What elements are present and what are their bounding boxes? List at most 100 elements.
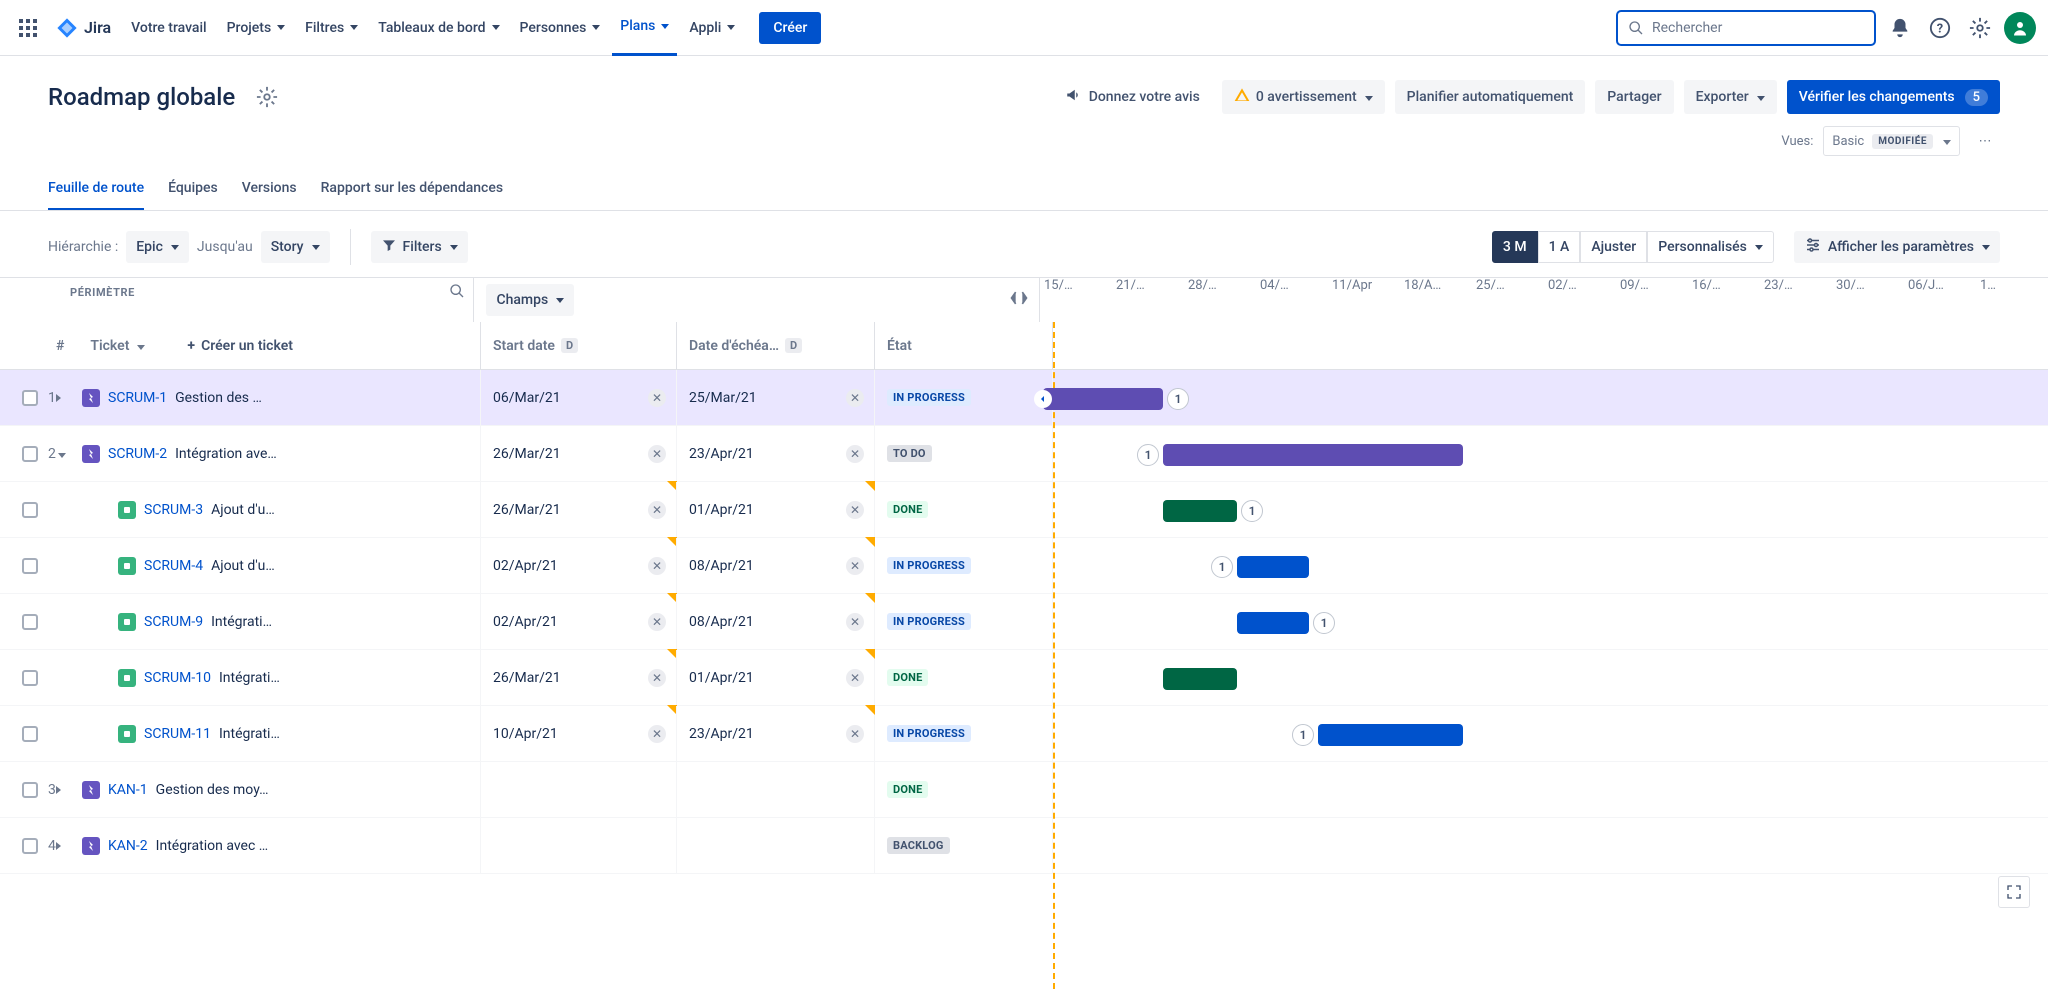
zoom-3m[interactable]: 3 M [1492,231,1538,263]
issue-summary[interactable]: Gestion des … [175,390,262,406]
clear-date-icon[interactable]: ✕ [648,725,666,743]
notifications-icon[interactable] [1884,12,1916,44]
nav-projects[interactable]: Projets [219,12,294,44]
zoom-custom[interactable]: Personnalisés [1647,231,1774,263]
issue-key[interactable]: SCRUM-2 [108,446,167,462]
timeline-bar[interactable] [1043,388,1163,410]
clear-date-icon[interactable]: ✕ [846,557,864,575]
status-lozenge[interactable]: BACKLOG [887,837,950,854]
status-lozenge[interactable]: DONE [887,669,928,686]
fields-button[interactable]: Champs [486,284,574,316]
issue-summary[interactable]: Intégrati… [219,726,280,742]
issue-key[interactable]: SCRUM-1 [108,390,167,406]
expand-toggle-icon[interactable] [56,390,74,406]
collapse-columns-icon[interactable] [1009,288,1029,312]
dependency-count-badge[interactable]: 1 [1313,612,1335,634]
zoom-fit[interactable]: Ajuster [1580,231,1647,263]
zoom-1y[interactable]: 1 A [1538,231,1581,263]
clear-date-icon[interactable]: ✕ [846,389,864,407]
issue-key[interactable]: KAN-2 [108,838,148,854]
settings-icon[interactable] [1964,12,1996,44]
app-switcher-icon[interactable] [12,12,44,44]
issue-summary[interactable]: Intégrati… [219,670,280,686]
clear-date-icon[interactable]: ✕ [648,501,666,519]
timeline-bar[interactable] [1163,668,1237,690]
export-button[interactable]: Exporter [1684,80,1777,114]
show-settings-button[interactable]: Afficher les paramètres [1794,231,2000,263]
issue-key[interactable]: SCRUM-9 [144,614,203,630]
row-checkbox[interactable] [22,390,38,406]
issue-summary[interactable]: Intégrati… [211,614,272,630]
status-lozenge[interactable]: TO DO [887,445,932,462]
search-input[interactable]: Rechercher [1616,10,1876,46]
nav-apps[interactable]: Appli [681,12,743,44]
auto-schedule-button[interactable]: Planifier automatiquement [1395,80,1586,114]
warnings-button[interactable]: 0 avertissement [1222,80,1385,114]
tab-dependencies[interactable]: Rapport sur les dépendances [321,168,503,210]
issue-summary[interactable]: Intégration avec … [156,838,268,854]
row-checkbox[interactable] [22,838,38,854]
hierarchy-from-select[interactable]: Epic [126,231,189,263]
timeline-bar[interactable] [1237,612,1309,634]
help-icon[interactable]: ? [1924,12,1956,44]
dependency-count-badge[interactable]: 1 [1211,556,1233,578]
timeline-bar[interactable] [1163,444,1463,466]
view-selector[interactable]: Basic MODIFIÉE [1823,126,1960,156]
clear-date-icon[interactable]: ✕ [648,445,666,463]
row-checkbox[interactable] [22,782,38,798]
column-start-date[interactable]: Start date [493,338,555,354]
dependency-count-badge[interactable]: 1 [1167,388,1189,410]
jira-logo[interactable]: Jira [56,17,111,39]
issue-row[interactable]: 3 KAN-1 Gestion des moy… DONE [0,762,2048,818]
clear-date-icon[interactable]: ✕ [846,445,864,463]
status-lozenge[interactable]: IN PROGRESS [887,613,971,630]
issue-row[interactable]: SCRUM-11 Intégrati… 10/Apr/21✕ 23/Apr/21… [0,706,2048,762]
nav-your-work[interactable]: Votre travail [123,12,214,44]
nav-plans[interactable]: Plans [612,0,677,56]
column-due-date[interactable]: Date d'échéa… [689,338,779,354]
status-lozenge[interactable]: DONE [887,781,928,798]
row-checkbox[interactable] [22,446,38,462]
expand-toggle-icon[interactable] [56,446,74,462]
issue-row[interactable]: SCRUM-3 Ajout d'u… 26/Mar/21✕ 01/Apr/21✕… [0,482,2048,538]
create-issue-link[interactable]: Créer un ticket [201,338,293,354]
row-checkbox[interactable] [22,726,38,742]
clear-date-icon[interactable]: ✕ [846,725,864,743]
issue-key[interactable]: SCRUM-10 [144,670,211,686]
issue-key[interactable]: SCRUM-11 [144,726,211,742]
status-lozenge[interactable]: IN PROGRESS [887,389,971,406]
issue-summary[interactable]: Ajout d'u… [211,502,275,518]
nav-filters[interactable]: Filtres [297,12,366,44]
expand-toggle-icon[interactable] [56,782,74,798]
issue-summary[interactable]: Ajout d'u… [211,558,275,574]
user-avatar[interactable] [2004,12,2036,44]
timeline-bar[interactable] [1163,500,1237,522]
clear-date-icon[interactable]: ✕ [648,669,666,687]
issue-row[interactable]: SCRUM-4 Ajout d'u… 02/Apr/21✕ 08/Apr/21✕… [0,538,2048,594]
issue-row[interactable]: SCRUM-10 Intégrati… 26/Mar/21✕ 01/Apr/21… [0,650,2048,706]
dependency-count-badge[interactable]: 1 [1241,500,1263,522]
dependency-count-badge[interactable]: 1 [1292,724,1314,746]
clear-date-icon[interactable]: ✕ [846,501,864,519]
row-checkbox[interactable] [22,614,38,630]
dependency-count-badge[interactable]: 1 [1137,444,1159,466]
search-scope-icon[interactable] [449,283,465,303]
clear-date-icon[interactable]: ✕ [648,613,666,631]
tab-teams[interactable]: Équipes [168,168,218,210]
row-checkbox[interactable] [22,670,38,686]
timeline-bar[interactable] [1318,724,1463,746]
issue-row[interactable]: 4 KAN-2 Intégration avec … BACKLOG [0,818,2048,874]
hierarchy-to-select[interactable]: Story [261,231,330,263]
issue-key[interactable]: KAN-1 [108,782,148,798]
filters-button[interactable]: Filters [371,231,468,263]
issue-row[interactable]: SCRUM-9 Intégrati… 02/Apr/21✕ 08/Apr/21✕… [0,594,2048,650]
nav-dashboards[interactable]: Tableaux de bord [370,12,507,44]
clear-date-icon[interactable]: ✕ [648,557,666,575]
plan-settings-icon[interactable] [251,81,283,113]
feedback-button[interactable]: Donnez votre avis [1053,80,1212,114]
fullscreen-icon[interactable] [1998,876,2030,908]
create-button[interactable]: Créer [759,12,821,44]
column-state[interactable]: État [887,338,912,354]
status-lozenge[interactable]: DONE [887,501,928,518]
issue-key[interactable]: SCRUM-4 [144,558,203,574]
